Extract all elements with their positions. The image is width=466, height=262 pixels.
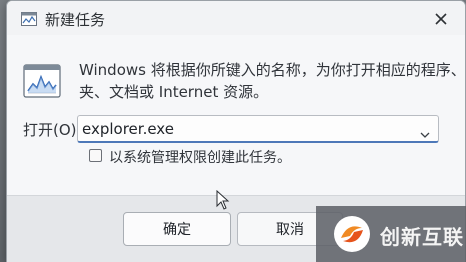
watermark-text: 创新互联 xyxy=(380,225,464,249)
open-input[interactable] xyxy=(82,117,412,141)
run-dialog-icon xyxy=(21,11,37,26)
mouse-pointer-icon xyxy=(216,189,230,210)
open-label: 打开(O): xyxy=(23,121,82,139)
admin-privileges-checkbox[interactable] xyxy=(89,149,102,162)
window-title: 新建任务 xyxy=(45,11,106,29)
close-icon xyxy=(435,13,447,25)
screen-photo: 新建任务 Windows 将根据你所键入的名称，为你打开相应的程序、文件 夹、文… xyxy=(0,0,466,262)
title-bar: 新建任务 xyxy=(7,1,465,35)
chevron-down-icon[interactable] xyxy=(420,124,430,138)
description-line-2: 夹、文档或 Internet 资源。 xyxy=(79,83,269,101)
description-line-1: Windows 将根据你所键入的名称，为你打开相应的程序、文件 xyxy=(79,61,466,79)
close-button[interactable] xyxy=(431,9,451,29)
description: Windows 将根据你所键入的名称，为你打开相应的程序、文件 夹、文档或 In… xyxy=(79,59,466,103)
admin-privileges-label[interactable]: 以系统管理权限创建此任务。 xyxy=(109,147,291,167)
task-manager-run-icon xyxy=(23,63,61,101)
open-combobox[interactable] xyxy=(77,115,439,143)
brand-logo-icon xyxy=(332,214,372,254)
watermark: 创新互联 xyxy=(316,206,466,262)
ok-button[interactable]: 确定 xyxy=(123,212,231,246)
